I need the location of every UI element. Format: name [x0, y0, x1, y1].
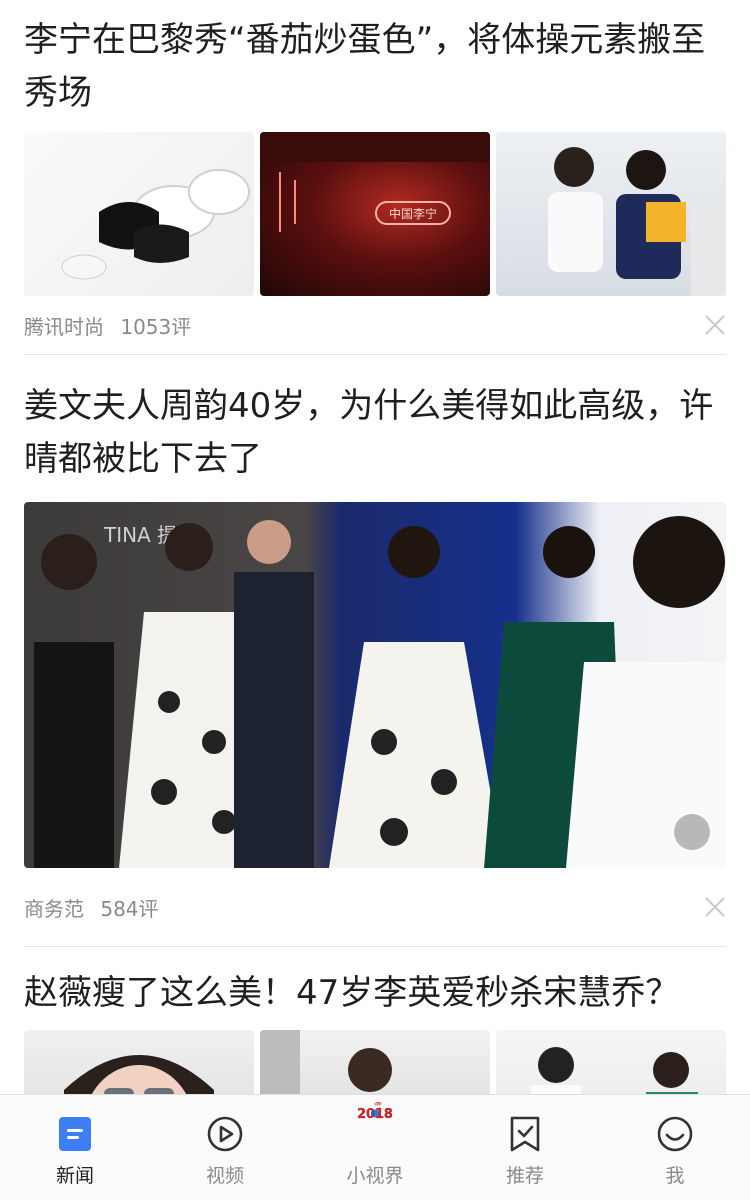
- article-large-image[interactable]: TINA 提娜: [24, 502, 726, 868]
- smiley-icon: [656, 1115, 694, 1153]
- article-title[interactable]: 赵薇瘦了这么美！47岁李英爱秒杀宋慧乔？: [24, 967, 726, 1020]
- dismiss-icon[interactable]: [704, 314, 726, 336]
- thumbnail-street-image[interactable]: [260, 1030, 490, 1094]
- tab-news[interactable]: 新闻: [0, 1095, 150, 1200]
- article-meta: 商务范 584评: [24, 868, 726, 946]
- article-card[interactable]: 李宁在巴黎秀“番茄炒蛋色”，将体操元素搬至秀场 中国李宁 腾讯时尚 1053评: [0, 0, 750, 354]
- article-meta: 腾讯时尚 1053评: [24, 296, 726, 354]
- article-title[interactable]: 姜文夫人周韵40岁，为什么美得如此高级，许晴都被比下去了: [24, 380, 726, 486]
- tab-label: 推荐: [505, 1165, 544, 1187]
- bottom-tab-bar: 新闻 视频 RUSSIA 2018 小视界 推荐: [0, 1094, 750, 1200]
- tab-label: 新闻: [55, 1165, 94, 1187]
- tab-me[interactable]: 我: [600, 1095, 750, 1200]
- news-icon: [56, 1115, 94, 1153]
- thumbnail-neon-sign-image[interactable]: 中国李宁: [260, 132, 490, 296]
- thumbnail-people-image[interactable]: [496, 132, 726, 296]
- tab-label: 视频: [205, 1165, 244, 1187]
- tab-video[interactable]: 视频: [150, 1095, 300, 1200]
- article-card[interactable]: 姜文夫人周韵40岁，为什么美得如此高级，许晴都被比下去了 TINA 提娜 商务范…: [0, 355, 750, 946]
- logo-russia-text: RUSSIA: [372, 1102, 386, 1106]
- thumbnail-airport-image[interactable]: [496, 1030, 726, 1094]
- article-card[interactable]: 赵薇瘦了这么美！47岁李英爱秒杀宋慧乔？: [0, 947, 750, 1094]
- world-cup-2018-logo: RUSSIA 2018: [310, 1102, 440, 1153]
- tab-label: 小视界: [346, 1165, 404, 1187]
- video-play-icon: [206, 1115, 244, 1153]
- thumbnail-shoes-image[interactable]: [24, 132, 254, 296]
- tab-label: 我: [665, 1165, 685, 1187]
- article-thumbnails: 中国李宁: [24, 132, 726, 296]
- thumbnail-portrait-image[interactable]: [24, 1030, 254, 1094]
- bookmark-check-icon: [506, 1115, 544, 1153]
- dismiss-icon[interactable]: [704, 896, 726, 918]
- news-feed: 李宁在巴黎秀“番茄炒蛋色”，将体操元素搬至秀场 中国李宁 腾讯时尚 1053评 …: [0, 0, 750, 1094]
- article-source: 商务范: [24, 896, 84, 921]
- article-title[interactable]: 李宁在巴黎秀“番茄炒蛋色”，将体操元素搬至秀场: [24, 14, 726, 120]
- article-comment-count: 1053评: [120, 314, 192, 339]
- neon-sign-text: 中国李宁: [389, 206, 437, 221]
- tab-small-world[interactable]: RUSSIA 2018 小视界: [300, 1095, 450, 1200]
- article-comment-count: 584评: [100, 896, 159, 921]
- article-thumbnails: [24, 1030, 726, 1094]
- article-source: 腾讯时尚: [24, 314, 104, 339]
- tab-recommend[interactable]: 推荐: [450, 1095, 600, 1200]
